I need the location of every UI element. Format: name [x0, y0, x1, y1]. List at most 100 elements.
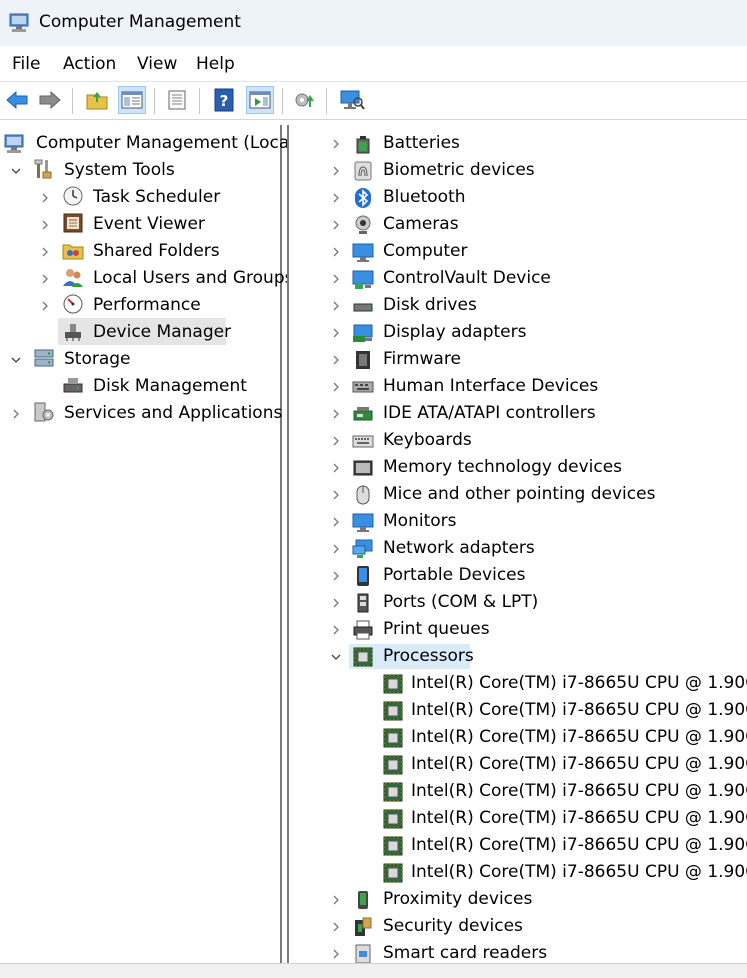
- device-category-label: Network adapters: [383, 538, 535, 558]
- chevron-right-icon[interactable]: [330, 354, 342, 366]
- chevron-right-icon[interactable]: [39, 246, 51, 258]
- chevron-right-icon[interactable]: [330, 273, 342, 285]
- chevron-right-icon[interactable]: [330, 948, 342, 960]
- tree-device-manager[interactable]: Device Manager: [93, 321, 231, 343]
- device-category-row[interactable]: Batteries: [289, 130, 747, 157]
- users-icon: [63, 269, 83, 287]
- tree-task-scheduler[interactable]: Task Scheduler: [93, 186, 220, 208]
- chevron-right-icon[interactable]: [10, 408, 22, 420]
- properties-button[interactable]: [163, 86, 191, 114]
- tree-performance[interactable]: Performance: [93, 294, 201, 316]
- help-button[interactable]: ?: [210, 86, 238, 114]
- chevron-right-icon[interactable]: [330, 489, 342, 501]
- chevron-right-icon[interactable]: [330, 381, 342, 393]
- tree-shared-folders[interactable]: Shared Folders: [93, 240, 220, 262]
- chevron-right-icon[interactable]: [330, 192, 342, 204]
- tree-root-label[interactable]: Computer Management (Local): [36, 132, 301, 154]
- tree-storage[interactable]: Storage: [64, 348, 131, 370]
- device-category-row[interactable]: Processors: [289, 643, 747, 670]
- device-instance-row[interactable]: Intel(R) Core(TM) i7-8665U CPU @ 1.90GHz: [289, 859, 747, 886]
- device-instance-row[interactable]: Intel(R) Core(TM) i7-8665U CPU @ 1.90GHz: [289, 724, 747, 751]
- chevron-right-icon[interactable]: [330, 435, 342, 447]
- chevron-right-icon[interactable]: [330, 408, 342, 420]
- chevron-right-icon[interactable]: [330, 624, 342, 636]
- chevron-down-icon[interactable]: [330, 651, 342, 663]
- processor-icon: [383, 782, 403, 802]
- device-instance-row[interactable]: Intel(R) Core(TM) i7-8665U CPU @ 1.90GHz: [289, 751, 747, 778]
- chevron-right-icon[interactable]: [330, 300, 342, 312]
- chevron-right-icon[interactable]: [330, 516, 342, 528]
- device-category-row[interactable]: Print queues: [289, 616, 747, 643]
- device-instance-row[interactable]: Intel(R) Core(TM) i7-8665U CPU @ 1.90GHz: [289, 697, 747, 724]
- chevron-right-icon[interactable]: [330, 597, 342, 609]
- chevron-right-icon[interactable]: [39, 219, 51, 231]
- chevron-right-icon[interactable]: [330, 246, 342, 258]
- device-category-row[interactable]: ControlVault Device: [289, 265, 747, 292]
- controlvault-icon: [352, 270, 374, 289]
- device-instance-row[interactable]: Intel(R) Core(TM) i7-8665U CPU @ 1.90GHz: [289, 832, 747, 859]
- tree-local-users-groups[interactable]: Local Users and Groups: [93, 267, 293, 289]
- computer-management-icon: [4, 134, 24, 153]
- tree-services-applications[interactable]: Services and Applications: [64, 402, 282, 424]
- device-category-row[interactable]: Portable Devices: [289, 562, 747, 589]
- device-category-row[interactable]: Human Interface Devices: [289, 373, 747, 400]
- device-instance-row[interactable]: Intel(R) Core(TM) i7-8665U CPU @ 1.90GHz: [289, 778, 747, 805]
- network-adapter-icon: [352, 539, 373, 558]
- tree-system-tools[interactable]: System Tools: [64, 159, 175, 181]
- update-driver-button[interactable]: [291, 86, 319, 114]
- device-category-row[interactable]: Disk drives: [289, 292, 747, 319]
- chevron-down-icon[interactable]: [10, 354, 22, 366]
- device-category-row[interactable]: Cameras: [289, 211, 747, 238]
- status-bar: [0, 963, 747, 978]
- menu-action[interactable]: Action: [63, 54, 116, 74]
- chevron-right-icon[interactable]: [330, 894, 342, 906]
- chevron-right-icon[interactable]: [39, 300, 51, 312]
- device-category-row[interactable]: Biometric devices: [289, 157, 747, 184]
- up-folder-button[interactable]: [83, 86, 111, 114]
- device-category-row[interactable]: Ports (COM & LPT): [289, 589, 747, 616]
- chevron-right-icon[interactable]: [330, 219, 342, 231]
- console-tree-pane[interactable]: Computer Management (Local) System Tools…: [0, 125, 301, 963]
- device-category-row[interactable]: Computer: [289, 238, 747, 265]
- device-category-row[interactable]: Network adapters: [289, 535, 747, 562]
- console-tree-icon: [121, 91, 143, 109]
- device-category-row[interactable]: Proximity devices: [289, 886, 747, 913]
- forward-arrow-icon: [39, 90, 61, 110]
- menu-help[interactable]: Help: [196, 54, 235, 74]
- device-instance-row[interactable]: Intel(R) Core(TM) i7-8665U CPU @ 1.90GHz: [289, 805, 747, 832]
- device-category-row[interactable]: Bluetooth: [289, 184, 747, 211]
- device-category-row[interactable]: Memory technology devices: [289, 454, 747, 481]
- back-button[interactable]: [3, 86, 31, 114]
- device-category-row[interactable]: Display adapters: [289, 319, 747, 346]
- chevron-right-icon[interactable]: [330, 165, 342, 177]
- device-instance-row[interactable]: Intel(R) Core(TM) i7-8665U CPU @ 1.90GHz: [289, 670, 747, 697]
- tree-disk-management[interactable]: Disk Management: [93, 375, 247, 397]
- device-category-row[interactable]: Keyboards: [289, 427, 747, 454]
- chevron-right-icon[interactable]: [330, 570, 342, 582]
- show-hide-console-tree-button[interactable]: [118, 86, 146, 114]
- menu-view[interactable]: View: [137, 54, 177, 74]
- menu-file[interactable]: File: [12, 54, 40, 74]
- device-category-label: Keyboards: [383, 430, 472, 450]
- properties-icon: [168, 90, 186, 110]
- chevron-right-icon[interactable]: [330, 327, 342, 339]
- device-list-pane[interactable]: Batteries Biometric devices Bluetooth Camer…: [287, 125, 747, 963]
- chevron-right-icon[interactable]: [39, 192, 51, 204]
- device-category-row[interactable]: IDE ATA/ATAPI controllers: [289, 400, 747, 427]
- chevron-right-icon[interactable]: [39, 273, 51, 285]
- tree-event-viewer[interactable]: Event Viewer: [93, 213, 205, 235]
- chevron-right-icon[interactable]: [330, 462, 342, 474]
- device-category-row[interactable]: Firmware: [289, 346, 747, 373]
- battery-icon: [356, 136, 370, 154]
- device-category-row[interactable]: Smart card readers: [289, 940, 747, 963]
- device-category-row[interactable]: Monitors: [289, 508, 747, 535]
- chevron-down-icon[interactable]: [10, 165, 22, 177]
- forward-button[interactable]: [36, 86, 64, 114]
- chevron-right-icon[interactable]: [330, 138, 342, 150]
- chevron-right-icon[interactable]: [330, 543, 342, 555]
- device-category-row[interactable]: Mice and other pointing devices: [289, 481, 747, 508]
- scan-hardware-button[interactable]: [338, 86, 366, 114]
- show-hide-action-pane-button[interactable]: [246, 86, 274, 114]
- chevron-right-icon[interactable]: [330, 921, 342, 933]
- device-category-row[interactable]: Security devices: [289, 913, 747, 940]
